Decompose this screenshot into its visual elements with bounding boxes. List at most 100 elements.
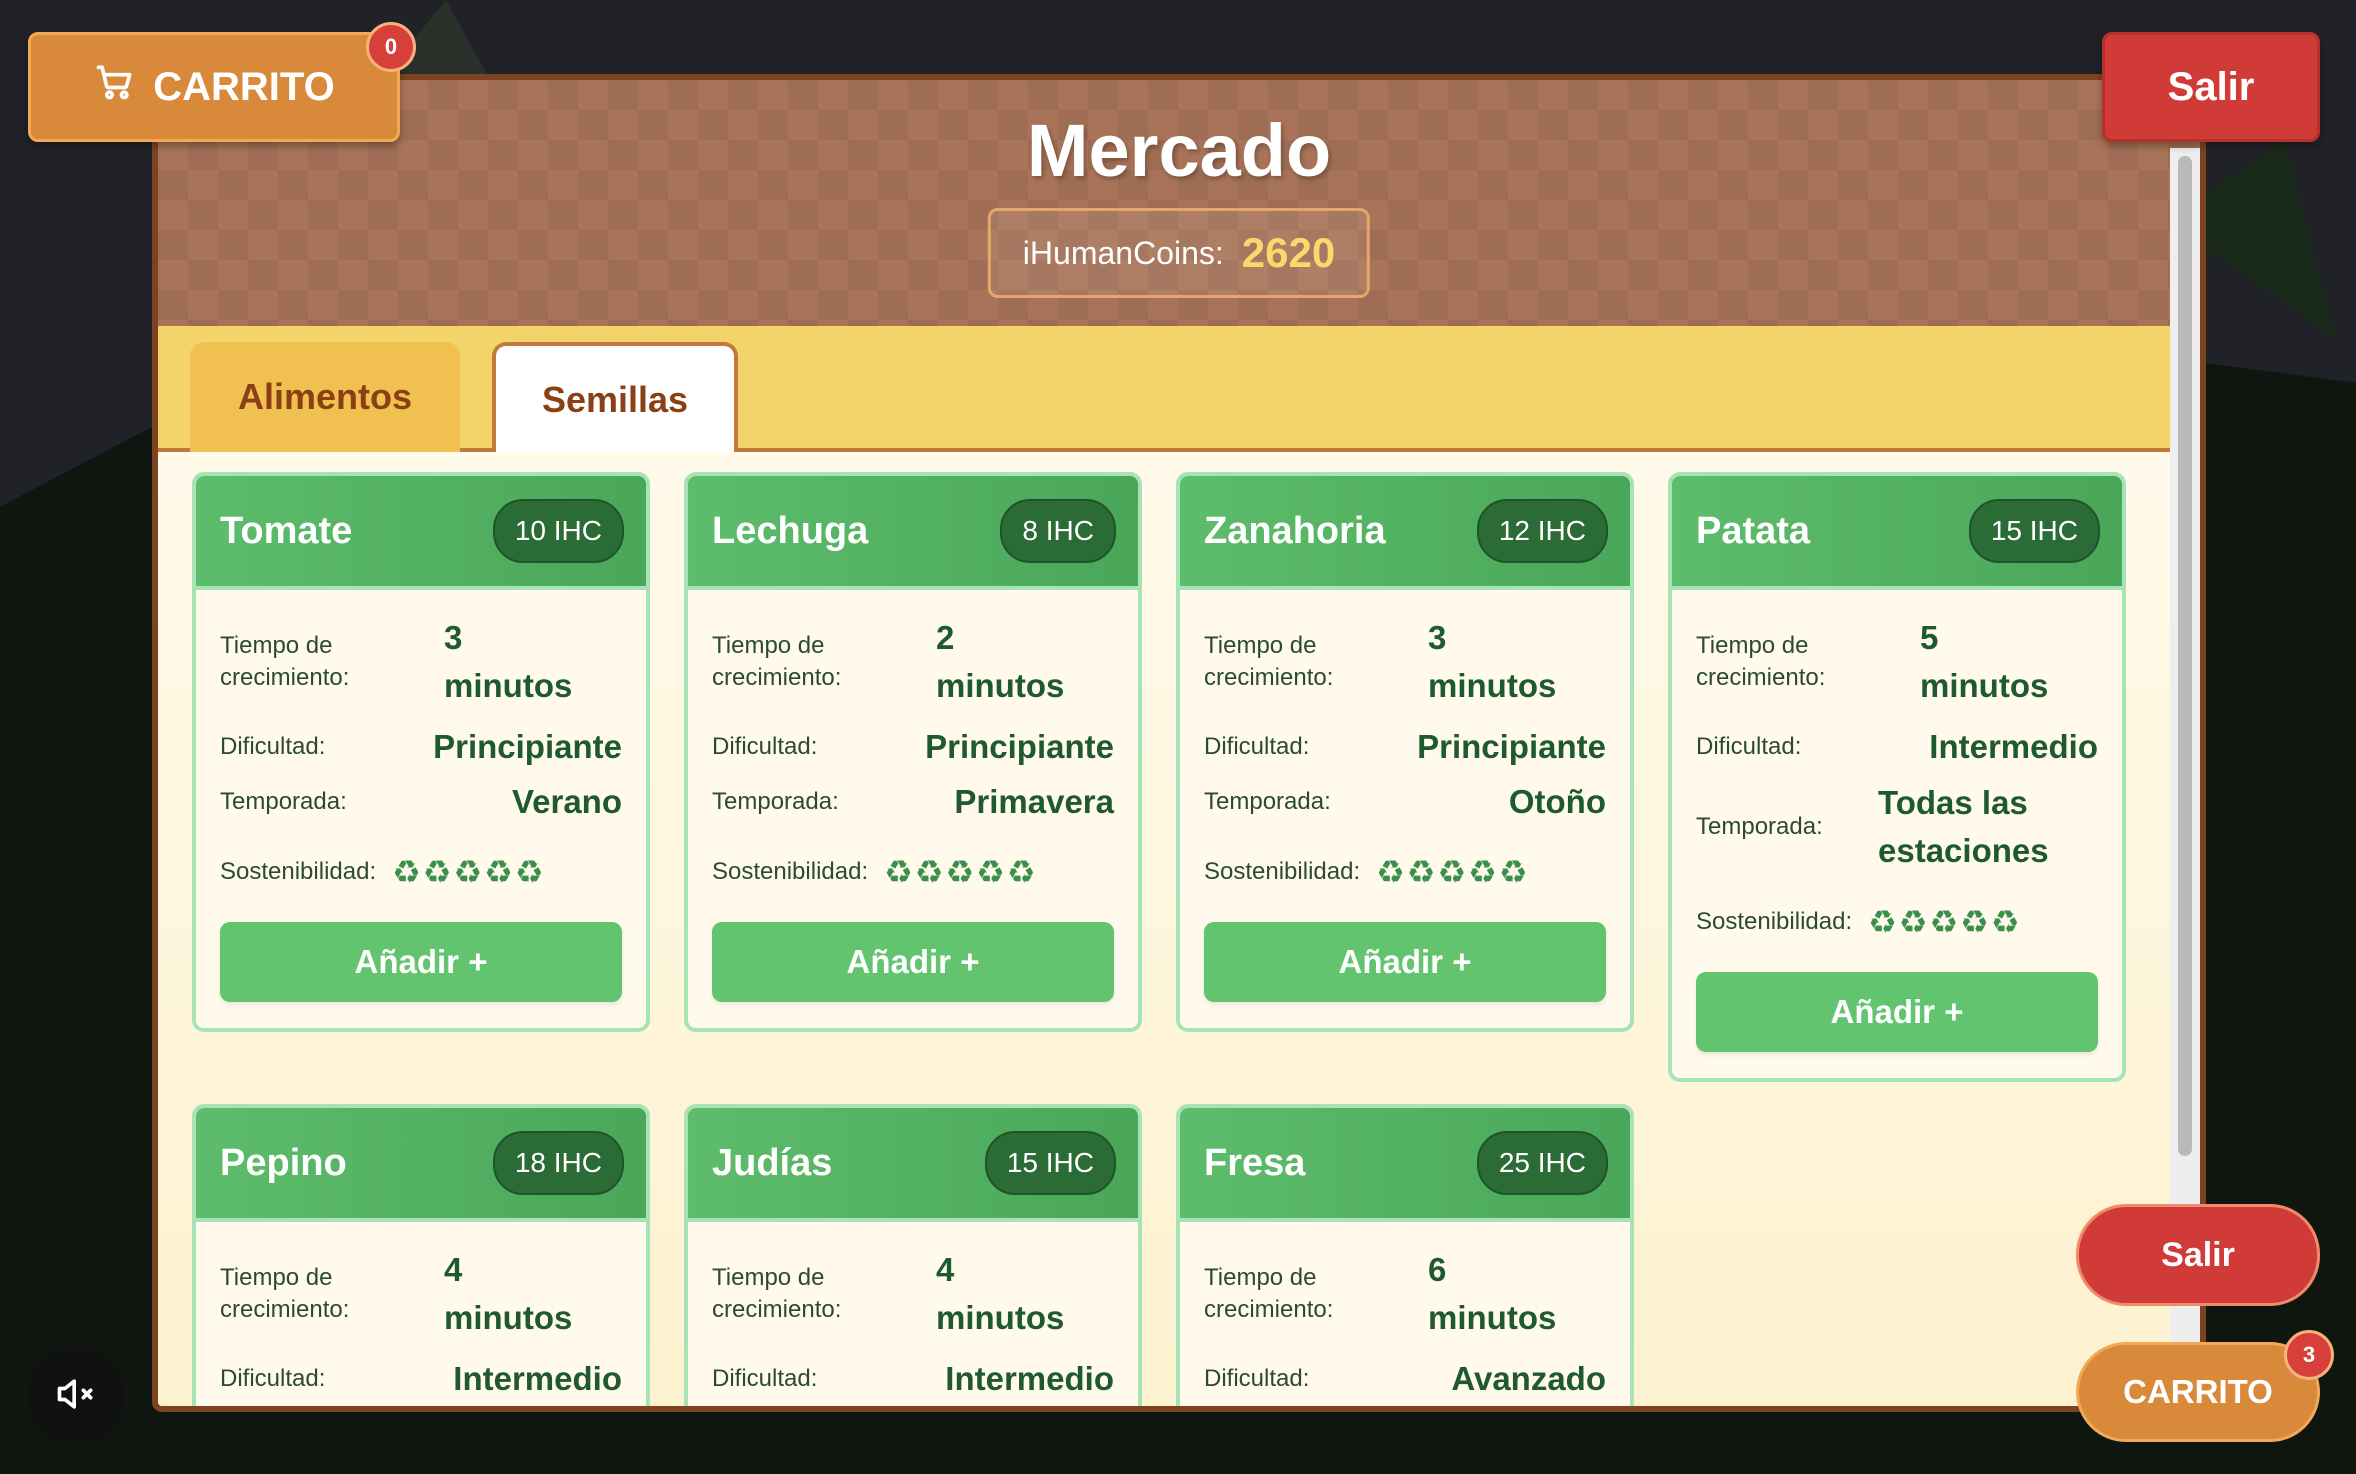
growth-value: 3 minutos [1428, 614, 1578, 710]
difficulty-value: Intermedio [945, 1360, 1114, 1397]
growth-number: 6 [1428, 1251, 1447, 1288]
seed-name: Zanahoria [1204, 509, 1386, 552]
coins-value: 2620 [1241, 229, 1336, 276]
cart-label: CARRITO [153, 64, 335, 109]
growth-row: Tiempo de crecimiento: 3 minutos [220, 610, 622, 714]
growth-label: Tiempo de crecimiento: [1204, 632, 1334, 691]
recycle-icon: ♻♻♻♻♻ [392, 854, 546, 890]
coins-display: iHumanCoins: 2620 [987, 208, 1371, 298]
sustainability-row: Sostenibilidad: ♻♻♻♻♻ [220, 836, 622, 908]
mute-button[interactable] [28, 1348, 124, 1444]
exit-button[interactable]: Salir [2102, 32, 2320, 142]
market-header: Mercado iHumanCoins: 2620 [158, 80, 2200, 326]
card-header: Pepino 18 IHC [196, 1108, 646, 1222]
speaker-muted-icon [54, 1372, 98, 1421]
growth-number: 3 [1428, 619, 1447, 656]
growth-number: 2 [936, 619, 955, 656]
difficulty-label: Dificultad: [712, 733, 818, 760]
sustainability-label: Sostenibilidad: [1204, 858, 1361, 885]
difficulty-label: Dificultad: [220, 1365, 326, 1392]
card-header: Patata 15 IHC [1672, 476, 2122, 590]
add-button[interactable]: Añadir + [712, 922, 1114, 1002]
cart-count-badge-floating: 3 [2284, 1330, 2334, 1380]
seed-card-tomate: Tomate 10 IHC Tiempo de crecimiento: 3 mi… [192, 472, 650, 1032]
recycle-icon: ♻♻♻♻♻ [884, 854, 1038, 890]
growth-value: 6 minutos [1428, 1246, 1578, 1342]
tab-alimentos[interactable]: Alimentos [190, 342, 460, 452]
scrollbar-thumb[interactable] [2178, 156, 2192, 1156]
card-header: Tomate 10 IHC [196, 476, 646, 590]
seed-name: Lechuga [712, 509, 869, 552]
season-value: Verano [511, 783, 622, 820]
sustainability-label: Sostenibilidad: [712, 858, 869, 885]
growth-number: 4 [444, 1251, 463, 1288]
seed-name: Tomate [220, 509, 353, 552]
season-label: Temporada: [220, 788, 347, 815]
seed-name: Pepino [220, 1141, 347, 1184]
growth-label: Tiempo de crecimiento: [1204, 1264, 1334, 1323]
growth-value: 3 minutos [444, 614, 594, 710]
growth-label: Tiempo de crecimiento: [220, 1264, 350, 1323]
price-badge: 15 IHC [984, 1131, 1116, 1195]
growth-label: Tiempo de crecimiento: [712, 1264, 842, 1323]
growth-row: Tiempo de crecimiento: 6 minutos [1204, 1242, 1606, 1346]
cart-count-badge: 0 [366, 22, 416, 72]
growth-number: 4 [936, 1251, 955, 1288]
difficulty-value: Avanzado [1451, 1360, 1606, 1397]
recycle-icon: ♻♻♻♻♻ [1868, 904, 2022, 940]
difficulty-label: Dificultad: [1696, 733, 1802, 760]
card-body: Tiempo de crecimiento: 3 minutos Dificult… [196, 590, 646, 1028]
cart-button[interactable]: CARRITO [28, 32, 400, 142]
seed-card-lechuga: Lechuga 8 IHC Tiempo de crecimiento: 2 mi… [684, 472, 1142, 1032]
difficulty-label: Dificultad: [1204, 1365, 1310, 1392]
growth-value: 4 minutos [444, 1246, 594, 1342]
growth-value: 4 minutos [936, 1246, 1086, 1342]
difficulty-value: Principiante [433, 728, 622, 765]
recycle-icon: ♻♻♻♻♻ [1376, 854, 1530, 890]
card-body: Tiempo de crecimiento: 4 minutos Dificult… [196, 1222, 646, 1406]
season-value: Primavera [954, 783, 1114, 820]
difficulty-row: Dificultad: Intermedio [712, 1352, 1114, 1406]
card-header: Judías 15 IHC [688, 1108, 1138, 1222]
card-body: Tiempo de crecimiento: 3 minutos Dificult… [1180, 590, 1630, 1028]
difficulty-row: Dificultad: Avanzado [1204, 1352, 1606, 1406]
difficulty-row: Dificultad: Intermedio [220, 1352, 622, 1406]
price-badge: 12 IHC [1476, 499, 1608, 563]
season-value: Otoño [1508, 783, 1606, 820]
coins-label: iHumanCoins: [1022, 234, 1224, 271]
growth-value: 5 minutos [1920, 614, 2070, 710]
card-header: Zanahoria 12 IHC [1180, 476, 1630, 590]
growth-value: 2 minutos [936, 614, 1086, 710]
growth-label: Tiempo de crecimiento: [712, 632, 842, 691]
card-header: Fresa 25 IHC [1180, 1108, 1630, 1222]
growth-unit: minutos [1920, 667, 2049, 704]
season-label: Temporada: [712, 788, 839, 815]
difficulty-row: Dificultad: Principiante [712, 720, 1114, 774]
seed-name: Patata [1696, 509, 1811, 552]
growth-unit: minutos [444, 1299, 573, 1336]
growth-row: Tiempo de crecimiento: 4 minutos [712, 1242, 1114, 1346]
sustainability-label: Sostenibilidad: [220, 858, 377, 885]
tabs-bar: Alimentos Semillas [158, 326, 2200, 454]
growth-unit: minutos [936, 667, 1065, 704]
tab-semillas[interactable]: Semillas [492, 342, 738, 454]
season-row: Temporada: Otoño [1204, 774, 1606, 830]
exit-button-floating[interactable]: Salir [2076, 1204, 2320, 1306]
add-button[interactable]: Añadir + [1204, 922, 1606, 1002]
add-button[interactable]: Añadir + [220, 922, 622, 1002]
growth-row: Tiempo de crecimiento: 5 minutos [1696, 610, 2098, 714]
growth-row: Tiempo de crecimiento: 3 minutos [1204, 610, 1606, 714]
growth-number: 3 [444, 619, 463, 656]
price-badge: 15 IHC [1968, 499, 2100, 563]
difficulty-value: Principiante [925, 728, 1114, 765]
difficulty-label: Dificultad: [220, 733, 326, 760]
seed-name: Fresa [1204, 1141, 1306, 1184]
season-row: Temporada: Verano [220, 774, 622, 830]
price-badge: 18 IHC [492, 1131, 624, 1195]
growth-row: Tiempo de crecimiento: 4 minutos [220, 1242, 622, 1346]
growth-unit: minutos [444, 667, 573, 704]
add-button[interactable]: Añadir + [1696, 972, 2098, 1052]
difficulty-label: Dificultad: [712, 1365, 818, 1392]
difficulty-value: Intermedio [1929, 728, 2098, 765]
sustainability-row: Sostenibilidad: ♻♻♻♻♻ [1696, 886, 2098, 958]
